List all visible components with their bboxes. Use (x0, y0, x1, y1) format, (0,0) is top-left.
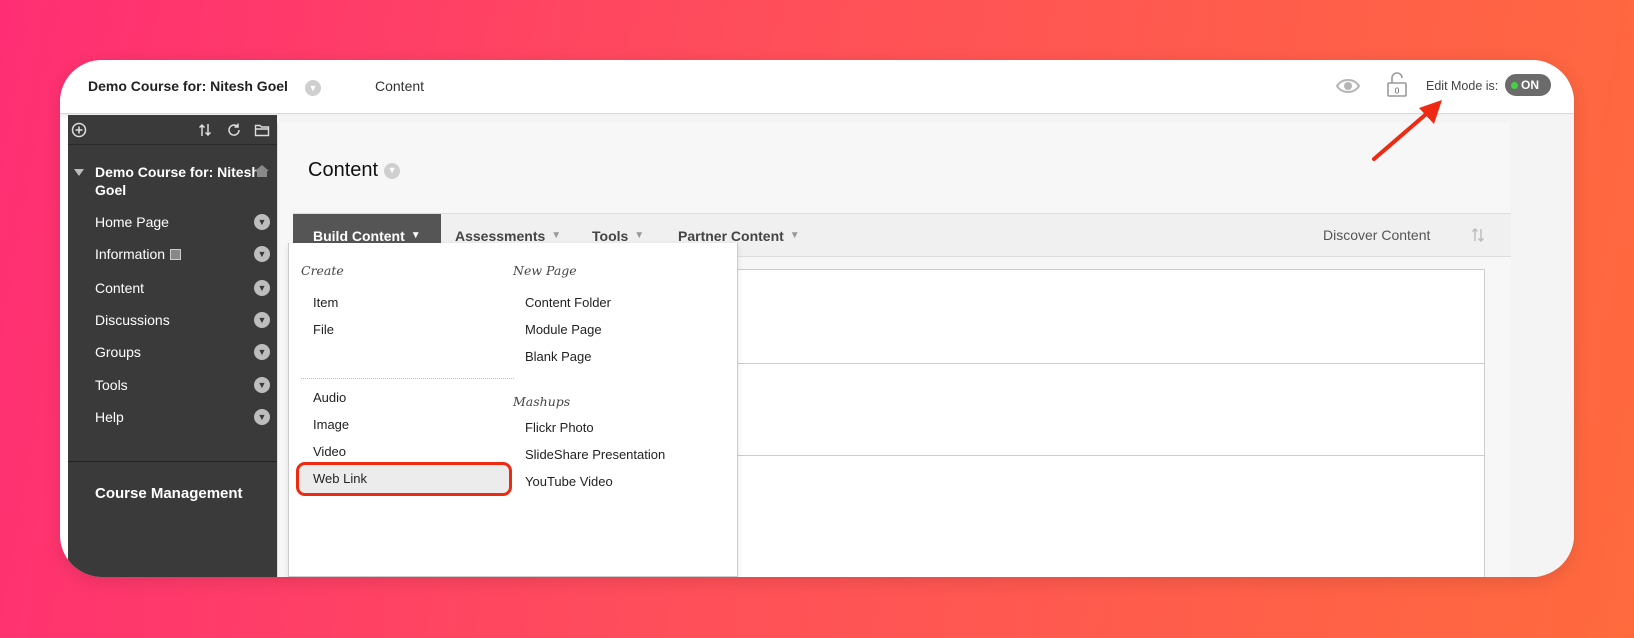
menu-item-module-page[interactable]: Module Page (525, 322, 602, 337)
mashups-heading: Mashups (513, 394, 571, 409)
discover-content-link[interactable]: Discover Content (1323, 227, 1430, 243)
course-sidebar: Demo Course for: Nitesh Goel Home Page ▼… (68, 115, 277, 577)
page-title: Content ▼ (308, 159, 401, 182)
sidebar-item-label: Discussions (95, 312, 170, 328)
add-icon[interactable] (71, 122, 87, 138)
edit-mode-state: ON (1521, 78, 1539, 92)
chevron-down-icon: ▼ (789, 230, 800, 241)
chevron-down-icon[interactable]: ▼ (254, 312, 270, 328)
sidebar-item-label: Home Page (95, 214, 169, 230)
collapse-triangle-icon[interactable] (74, 169, 84, 176)
sidebar-item-home-page[interactable]: Home Page ▼ (95, 214, 270, 230)
page-options-chevron-icon[interactable]: ▼ (384, 162, 401, 179)
sidebar-item-label: Tools (95, 377, 128, 393)
eye-icon[interactable] (1335, 75, 1361, 97)
menu-item-slideshare[interactable]: SlideShare Presentation (525, 447, 665, 462)
sidebar-item-groups[interactable]: Groups ▼ (95, 344, 270, 360)
sidebar-item-label: Groups (95, 344, 141, 360)
chevron-down-icon[interactable]: ▼ (254, 246, 270, 262)
menu-item-video[interactable]: Video (313, 444, 346, 459)
sidebar-course-name[interactable]: Demo Course for: Nitesh Goel (95, 163, 265, 199)
menu-item-image[interactable]: Image (313, 417, 349, 432)
chevron-down-icon: ▼ (634, 230, 645, 241)
arrow-icon (1372, 100, 1442, 161)
reorder-icon[interactable] (1471, 227, 1485, 243)
course-menu-chevron-icon[interactable]: ▼ (305, 80, 321, 96)
build-content-menu: Create Item File Audio Image Video Web L… (288, 243, 738, 577)
edit-mode-toggle[interactable]: ON (1505, 74, 1551, 96)
sidebar-item-tools[interactable]: Tools ▼ (95, 377, 270, 393)
home-icon[interactable] (254, 164, 270, 178)
menu-item-file[interactable]: File (313, 322, 334, 337)
chevron-down-icon[interactable]: ▼ (254, 344, 270, 360)
sidebar-item-information[interactable]: Information ▼ (95, 246, 270, 262)
toggle-status-dot (1511, 81, 1518, 89)
sidebar-item-label: Help (95, 409, 124, 425)
edit-mode-label: Edit Mode is: (1426, 79, 1499, 93)
chevron-down-icon: ▼ (551, 230, 562, 241)
content-item-2 (723, 363, 1485, 456)
build-content-label: Build Content (313, 227, 405, 244)
folder-icon[interactable] (254, 122, 270, 138)
sort-icon[interactable] (197, 122, 213, 138)
menu-item-flickr-photo[interactable]: Flickr Photo (525, 420, 594, 435)
course-management-heading[interactable]: Course Management (95, 485, 243, 502)
assessments-label: Assessments (455, 227, 546, 244)
menu-item-youtube-video[interactable]: YouTube Video (525, 474, 613, 489)
sidebar-item-label: Content (95, 280, 145, 296)
chevron-down-icon[interactable]: ▼ (254, 214, 270, 230)
menu-item-content-folder[interactable]: Content Folder (525, 295, 611, 310)
course-title[interactable]: Demo Course for: Nitesh Goel (88, 78, 288, 94)
new-page-heading: New Page (513, 263, 577, 278)
chevron-down-icon[interactable]: ▼ (254, 280, 270, 296)
sidebar-toolbar (68, 115, 277, 145)
tools-label: Tools (592, 227, 629, 244)
refresh-icon[interactable] (226, 122, 242, 138)
partner-content-label: Partner Content (678, 227, 784, 244)
chevron-down-icon[interactable]: ▼ (254, 377, 270, 393)
page-title-text: Content (308, 159, 379, 181)
content-item-3 (723, 455, 1485, 577)
sidebar-item-discussions[interactable]: Discussions ▼ (95, 312, 270, 328)
chevron-down-icon: ▼ (410, 230, 421, 241)
hidden-status-icon (170, 249, 182, 260)
breadcrumb: Content (375, 78, 425, 94)
lock-icon[interactable]: 0 (1386, 72, 1408, 98)
sidebar-item-help[interactable]: Help ▼ (95, 409, 270, 425)
chevron-down-icon[interactable]: ▼ (254, 409, 270, 425)
lock-count: 0 (1395, 87, 1400, 96)
menu-item-item[interactable]: Item (313, 295, 338, 310)
top-bar: Demo Course for: Nitesh Goel ▼ Content 0… (60, 60, 1574, 114)
menu-item-blank-page[interactable]: Blank Page (525, 349, 592, 364)
sidebar-item-label: Information (95, 246, 166, 262)
menu-item-web-link[interactable]: Web Link (313, 471, 367, 486)
sidebar-item-content[interactable]: Content ▼ (95, 280, 270, 296)
content-item-1 (723, 269, 1485, 364)
sidebar-divider (68, 461, 277, 462)
create-heading: Create (301, 263, 344, 278)
app-window: Demo Course for: Nitesh Goel ▼ Content 0… (60, 60, 1574, 577)
menu-divider (301, 378, 514, 379)
menu-item-audio[interactable]: Audio (313, 390, 346, 405)
